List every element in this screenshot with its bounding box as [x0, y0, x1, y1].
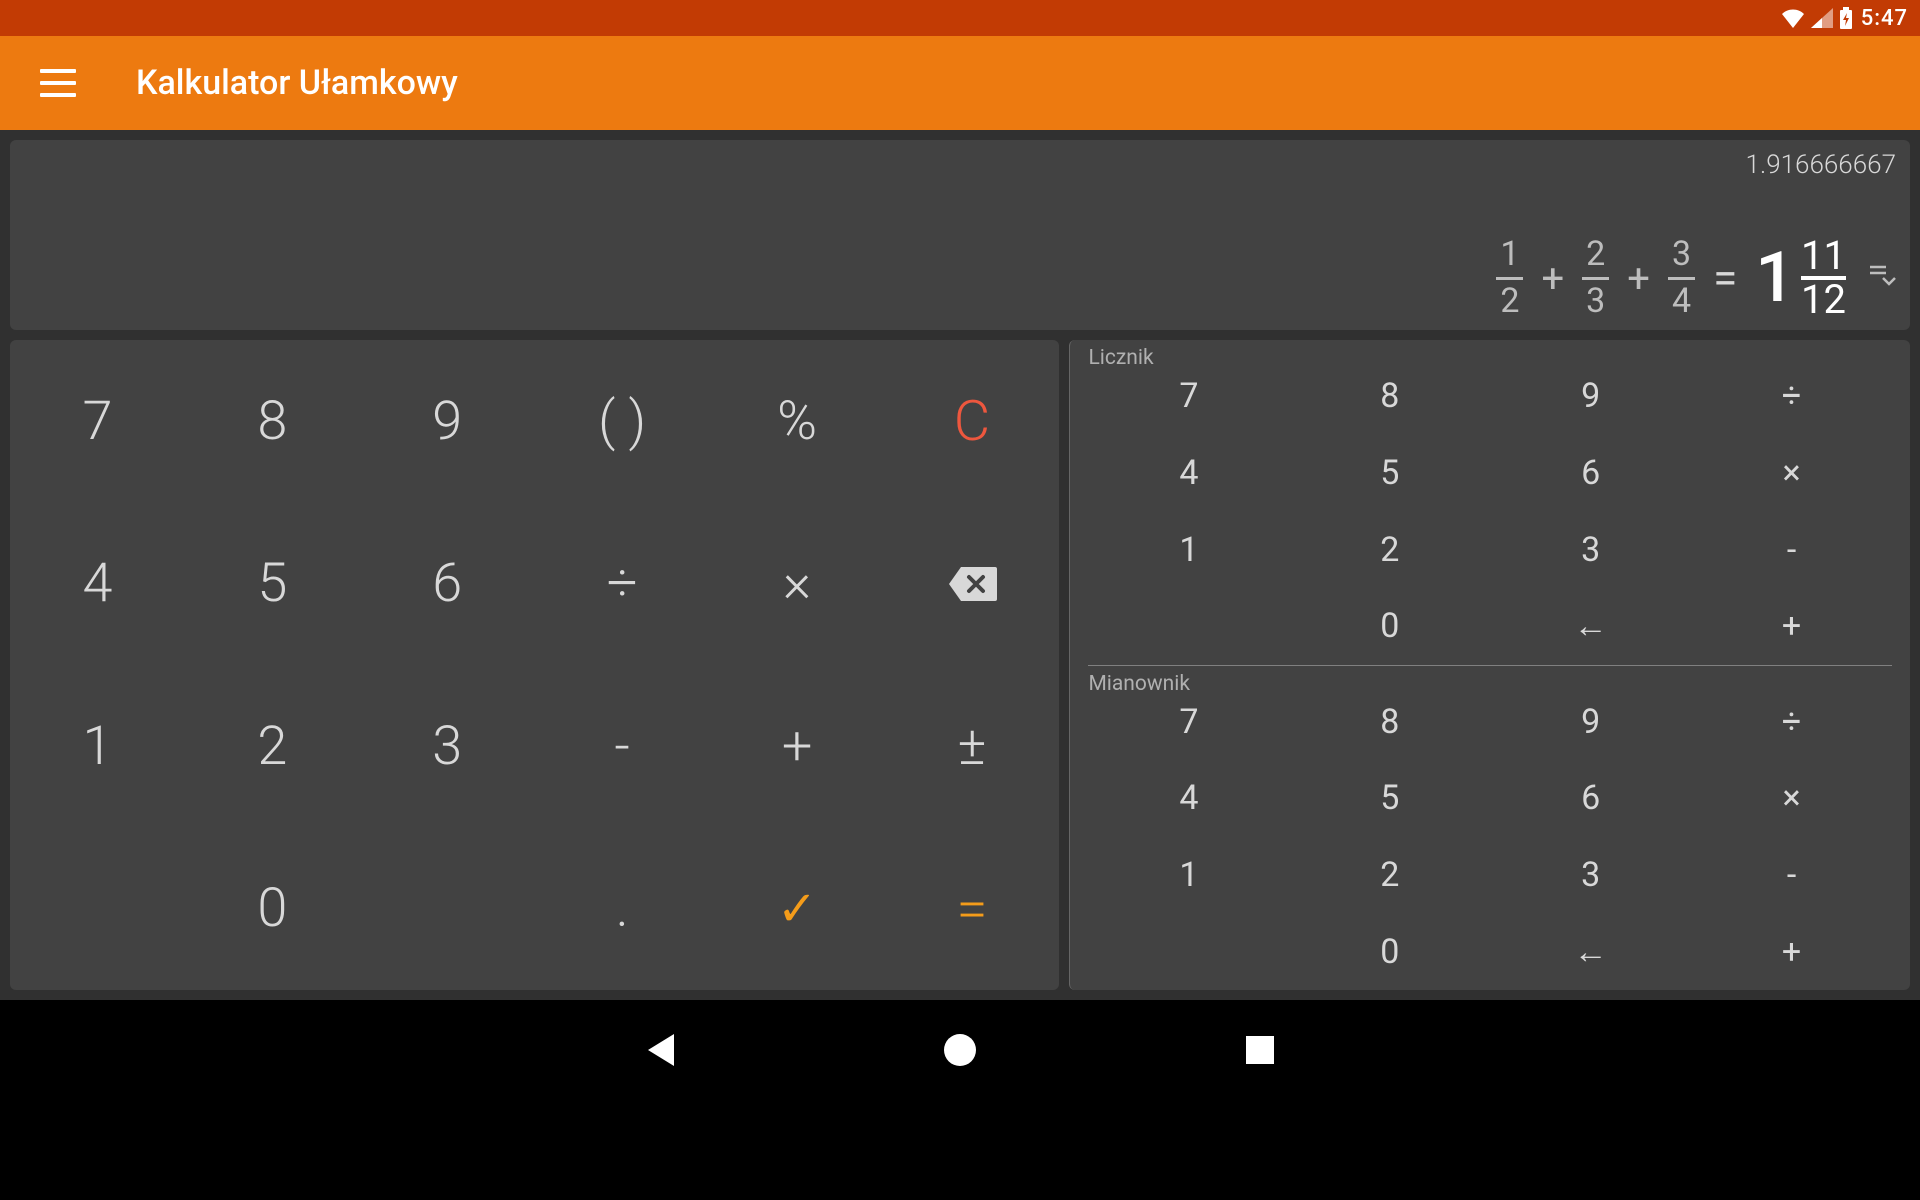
key-empty: [360, 828, 535, 991]
key-backspace[interactable]: [885, 503, 1060, 666]
key-dot[interactable]: .: [535, 828, 710, 991]
numerator-key-3[interactable]: 3: [1490, 511, 1691, 588]
fraction-term: 1 2: [1496, 236, 1523, 320]
numerator-key-÷[interactable]: ÷: [1691, 358, 1892, 435]
status-icons: [1781, 7, 1853, 29]
key-8[interactable]: 8: [185, 340, 360, 503]
key-7[interactable]: 7: [10, 340, 185, 503]
numerator-key-9[interactable]: 9: [1490, 358, 1691, 435]
numerator-key-2[interactable]: 2: [1289, 511, 1490, 588]
numerator-key-6[interactable]: 6: [1490, 435, 1691, 512]
denominator-key-←[interactable]: ←: [1490, 913, 1691, 990]
key-confirm[interactable]: ✓: [710, 828, 885, 991]
denominator-key-9[interactable]: 9: [1490, 684, 1691, 761]
key-plusminus[interactable]: ±: [885, 665, 1060, 828]
battery-charge-icon: [1839, 7, 1853, 29]
fraction-term: 2 3: [1582, 236, 1609, 320]
content-area: 1.916666667 1 2 + 2 3 + 3 4 = 1: [0, 130, 1920, 1000]
numerator-section: Licznik 789÷456×123-0←+: [1088, 340, 1892, 666]
navigation-bar: [0, 1000, 1920, 1100]
key-3[interactable]: 3: [360, 665, 535, 828]
key-1[interactable]: 1: [10, 665, 185, 828]
numerator-key-empty: [1088, 588, 1289, 665]
key-parens[interactable]: ( ): [535, 340, 710, 503]
key-5[interactable]: 5: [185, 503, 360, 666]
display-panel: 1.916666667 1 2 + 2 3 + 3 4 = 1: [10, 140, 1910, 330]
plus-operator: +: [1627, 255, 1650, 302]
mixed-result: 1 11 12: [1755, 236, 1846, 320]
key-6[interactable]: 6: [360, 503, 535, 666]
denominator-key-5[interactable]: 5: [1289, 760, 1490, 837]
numerator-key-5[interactable]: 5: [1289, 435, 1490, 512]
home-button[interactable]: [940, 1030, 980, 1070]
numerator-key-8[interactable]: 8: [1289, 358, 1490, 435]
expand-result-icon[interactable]: [1868, 263, 1896, 293]
key-equals[interactable]: =: [885, 828, 1060, 991]
key-divide[interactable]: ÷: [535, 503, 710, 666]
denominator-key--[interactable]: -: [1691, 837, 1892, 914]
denominator-key-1[interactable]: 1: [1088, 837, 1289, 914]
denominator-section: Mianownik 789÷456×123-0←+: [1088, 666, 1892, 991]
denominator-key-empty: [1088, 913, 1289, 990]
denominator-key-+[interactable]: +: [1691, 913, 1892, 990]
denominator-key-÷[interactable]: ÷: [1691, 684, 1892, 761]
key-multiply[interactable]: ×: [710, 503, 885, 666]
decimal-result: 1.916666667: [1746, 150, 1896, 180]
key-plus[interactable]: +: [710, 665, 885, 828]
numerator-key-×[interactable]: ×: [1691, 435, 1892, 512]
menu-icon[interactable]: [40, 69, 76, 97]
key-percent[interactable]: %: [710, 340, 885, 503]
denominator-key-2[interactable]: 2: [1289, 837, 1490, 914]
equals-sign: =: [1713, 252, 1737, 304]
denominator-key-0[interactable]: 0: [1289, 913, 1490, 990]
numerator-key-4[interactable]: 4: [1088, 435, 1289, 512]
keypad-row: 7 8 9 ( ) % C 4 5 6 ÷ × 1 2 3 - + ± 0 . …: [10, 340, 1910, 990]
key-clear[interactable]: C: [885, 340, 1060, 503]
action-bar: Kalkulator Ułamkowy: [0, 36, 1920, 130]
fraction-term: 3 4: [1668, 236, 1695, 320]
key-9[interactable]: 9: [360, 340, 535, 503]
key-empty: [10, 828, 185, 991]
back-button[interactable]: [640, 1030, 680, 1070]
app-title: Kalkulator Ułamkowy: [136, 63, 458, 103]
denominator-key-×[interactable]: ×: [1691, 760, 1892, 837]
key-minus[interactable]: -: [535, 665, 710, 828]
key-0[interactable]: 0: [185, 828, 360, 991]
signal-icon: [1811, 8, 1833, 28]
status-time: 5:47: [1861, 6, 1908, 31]
denominator-key-8[interactable]: 8: [1289, 684, 1490, 761]
numerator-key-0[interactable]: 0: [1289, 588, 1490, 665]
denominator-key-4[interactable]: 4: [1088, 760, 1289, 837]
status-bar: 5:47: [0, 0, 1920, 36]
expression-row: 1 2 + 2 3 + 3 4 = 1 11 12: [1496, 236, 1896, 320]
numerator-key--[interactable]: -: [1691, 511, 1892, 588]
numerator-key-←[interactable]: ←: [1490, 588, 1691, 665]
denominator-key-3[interactable]: 3: [1490, 837, 1691, 914]
numerator-label: Licznik: [1088, 346, 1153, 370]
recents-button[interactable]: [1240, 1030, 1280, 1070]
numerator-key-1[interactable]: 1: [1088, 511, 1289, 588]
key-4[interactable]: 4: [10, 503, 185, 666]
main-keypad: 7 8 9 ( ) % C 4 5 6 ÷ × 1 2 3 - + ± 0 . …: [10, 340, 1059, 990]
key-2[interactable]: 2: [185, 665, 360, 828]
plus-operator: +: [1541, 255, 1564, 302]
fraction-keypad: Licznik 789÷456×123-0←+ Mianownik 789÷45…: [1069, 340, 1910, 990]
denominator-key-6[interactable]: 6: [1490, 760, 1691, 837]
wifi-icon: [1781, 8, 1805, 28]
numerator-key-+[interactable]: +: [1691, 588, 1892, 665]
denominator-label: Mianownik: [1088, 672, 1190, 696]
